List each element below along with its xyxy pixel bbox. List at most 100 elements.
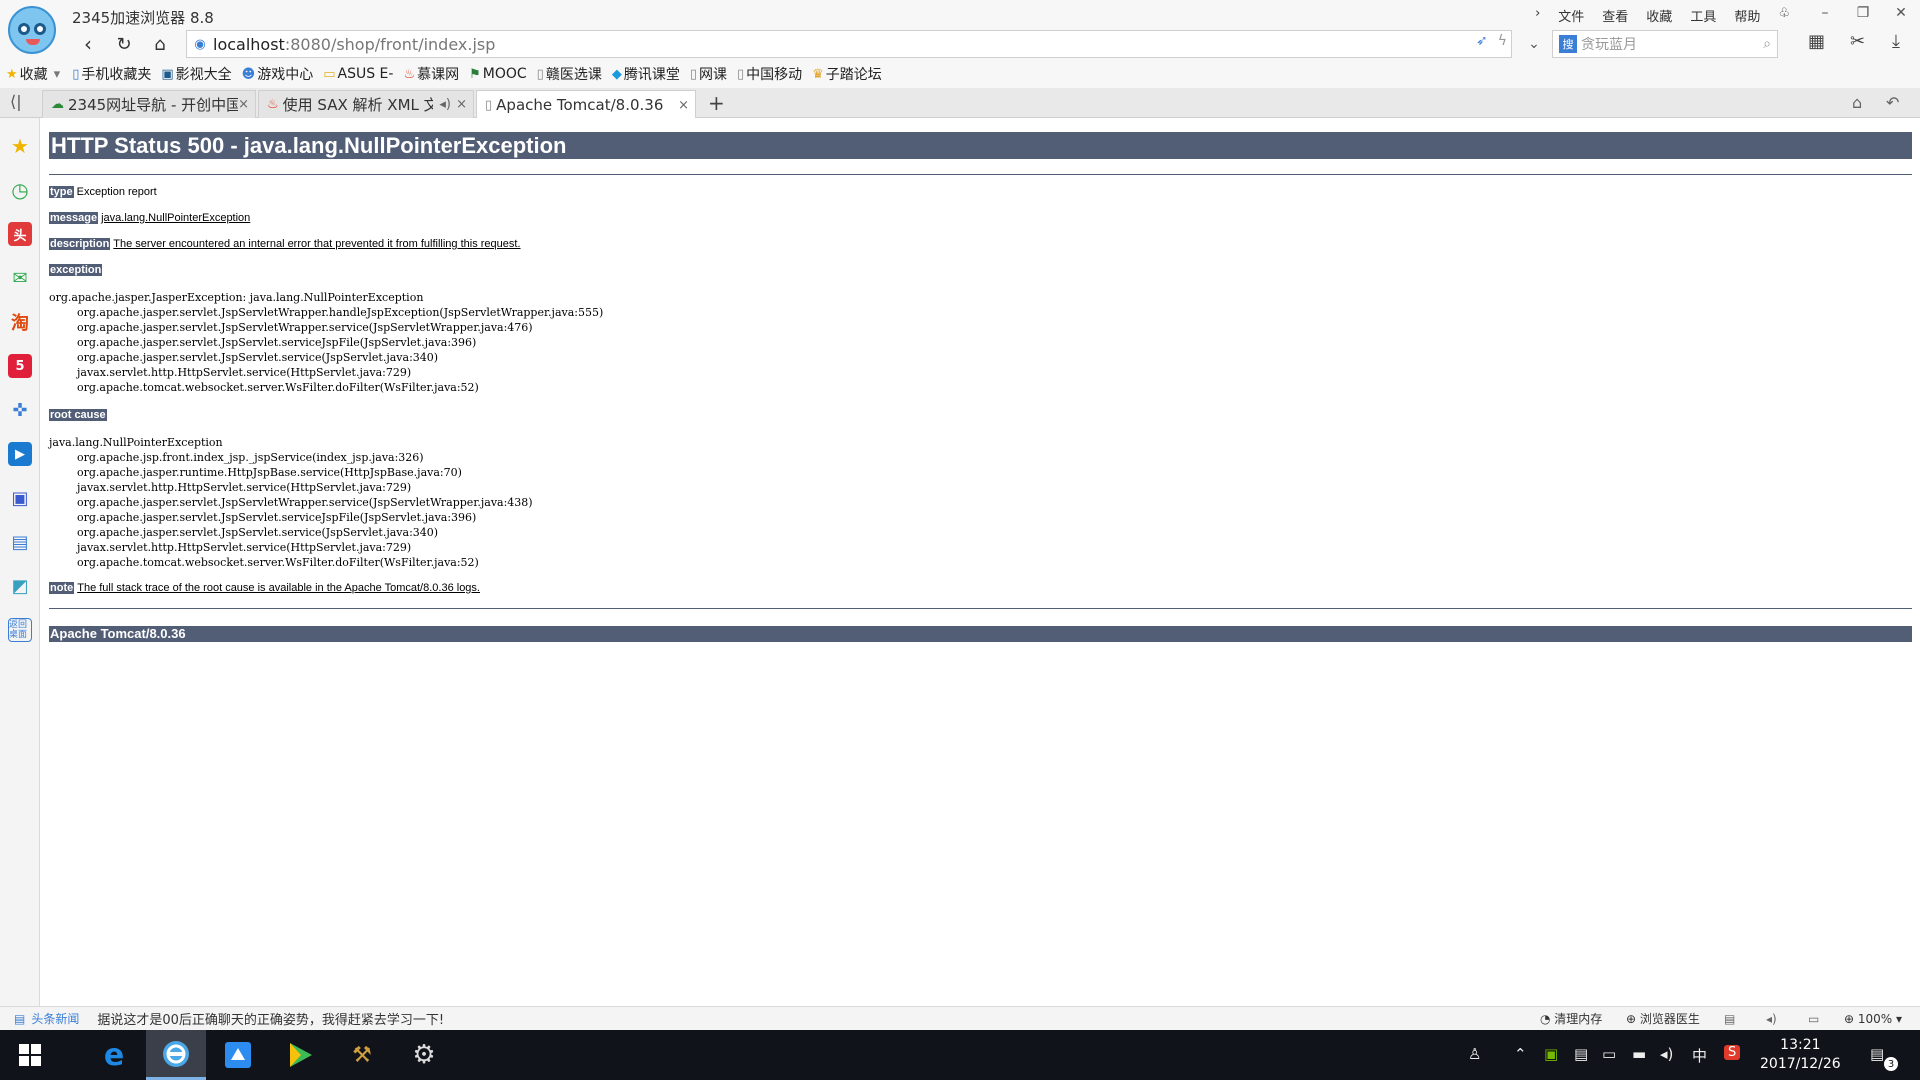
volume-icon[interactable]: ◂) [1660,1045,1673,1063]
note-label: note [49,582,75,594]
type-value: Exception report [76,186,157,198]
screen-icon[interactable]: ▭ [1808,1012,1819,1026]
browser-doctor-button[interactable]: ⊕ 浏览器医生 [1626,1010,1700,1027]
close-window-button[interactable]: ✕ [1882,0,1920,26]
site-security-icon[interactable]: ◉ [187,37,213,52]
audio-icon[interactable]: ◂) [439,97,451,112]
menu-chevron-icon[interactable]: › [1535,6,1540,25]
home-icon[interactable]: ⌂ [146,31,174,57]
wechat-icon[interactable]: ✉ [8,266,32,290]
menu-view[interactable]: 查看 [1602,6,1628,25]
skin-icon[interactable]: ♧ [1778,6,1790,25]
lightning-mode-icon[interactable]: ϟ [1498,33,1507,49]
divider [49,608,1912,609]
nvidia-icon[interactable]: ▣ [1544,1045,1558,1063]
sogou-input-icon[interactable]: S [1724,1045,1741,1060]
search-box[interactable]: 搜 贪玩蓝月 ⌕ [1552,30,1778,58]
reload-icon[interactable]: ↻ [110,31,138,57]
sidebar-toggle-icon[interactable]: ⟨| [10,92,22,111]
media-player-icon[interactable] [270,1030,330,1080]
window-menu: › 文件 查看 收藏 工具 帮助 ♧ [1535,6,1790,25]
tab-sax-xml[interactable]: ♨ 使用 SAX 解析 XML 文 ◂) × [258,90,474,118]
menu-file[interactable]: 文件 [1558,6,1584,25]
apps-grid-icon[interactable]: ▦ [1808,31,1825,52]
minimize-button[interactable]: – [1806,0,1844,26]
tab-2345-nav[interactable]: ☁ 2345网址导航 - 开创中国 × [42,90,256,118]
storage-icon[interactable]: ▤ [1574,1045,1588,1063]
history-clock-icon[interactable]: ◷ [8,178,32,202]
favorites-star-icon[interactable]: ★ [8,134,32,158]
news-ticker[interactable]: 据说这才是00后正确聊天的正确姿势，我得赶紧去学习一下! [97,1009,444,1028]
close-tab-icon[interactable]: × [238,97,249,112]
bookmark-imooc[interactable]: ♨ 慕课网 [403,64,459,84]
people-icon[interactable]: ♙ [1468,1045,1481,1063]
news-icon: ▤ [14,1011,26,1026]
system-clock[interactable]: 13:21 2017/12/26 [1760,1036,1841,1074]
windows-start-icon[interactable] [0,1030,60,1080]
browser-logo-icon[interactable] [8,6,56,54]
root-cause-label: root cause [49,409,107,421]
bookmark-tencent-class[interactable]: ◆ 腾讯课堂 [612,64,680,84]
action-center-icon[interactable]: ▤ [1870,1045,1884,1063]
bookmark-china-mobile[interactable]: ▯ 中国移动 [737,64,802,84]
download-icon[interactable]: ⤓ [1892,31,1900,52]
speedup-rocket-icon[interactable]: ➶ [1476,33,1488,49]
close-tab-icon[interactable]: × [456,97,467,112]
computer-icon[interactable]: ▣ [8,486,32,510]
desktop-return-icon[interactable]: 返回桌面 [8,618,32,642]
navigation-bar: ‹ ↻ ⌂ ◉ localhost:8080/shop/front/index.… [0,28,1920,60]
2345-browser-taskbar-icon[interactable] [146,1030,206,1080]
bookmark-asus[interactable]: ▭ ASUS E- [323,66,393,82]
description-value: The server encountered an internal error… [113,238,521,250]
clean-memory-button[interactable]: ◔ 清理内存 [1540,1010,1602,1027]
task-app-icon[interactable] [208,1030,268,1080]
ime-indicator[interactable]: 中 [1692,1045,1707,1066]
game-controller-icon[interactable]: ✜ [8,398,32,422]
taobao-icon[interactable]: 淘 [8,310,32,334]
server-footer: Apache Tomcat/8.0.36 [49,626,1912,642]
screenshot-scissors-icon[interactable]: ✂ [1850,31,1865,52]
bookmark-games[interactable]: ☻ 游戏中心 [242,64,314,84]
tray-expand-icon[interactable]: ⌃ [1514,1045,1527,1063]
notebook-icon[interactable]: ◩ [8,574,32,598]
video-film-icon[interactable]: ▶ [8,442,32,466]
new-tab-button[interactable]: + [708,91,725,115]
back-icon[interactable]: ‹ [74,31,102,57]
bookmark-favorites[interactable]: ★ 收藏 ▾ [6,64,62,84]
bookmark-mooc[interactable]: ⚑ MOOC [469,66,527,82]
zoom-control[interactable]: ⊕ 100% ▾ [1844,1012,1902,1026]
edge-browser-icon[interactable]: e [84,1030,144,1080]
menu-help[interactable]: 帮助 [1734,6,1760,25]
bookmark-video[interactable]: ▣ 影视大全 [161,64,231,84]
undo-close-icon[interactable]: ↶ [1886,93,1899,112]
rss-icon[interactable]: ▤ [1724,1012,1735,1026]
bookmark-forum[interactable]: ♛ 子踏论坛 [812,64,882,84]
search-engine-icon[interactable]: 搜 [1559,35,1577,53]
bookmark-online-course[interactable]: ▯ 网课 [690,64,727,84]
mute-icon[interactable]: ◂) [1766,1012,1777,1026]
tab-tomcat[interactable]: ▯ Apache Tomcat/8.0.36 × [476,90,696,119]
restore-button[interactable]: ❐ [1844,0,1882,26]
address-dropdown-icon[interactable]: ⌄ [1520,31,1548,57]
news-label[interactable]: 头条新闻 [31,1010,79,1027]
toutiao-news-icon[interactable]: 头 [8,222,32,246]
address-bar[interactable]: ◉ localhost:8080/shop/front/index.jsp ➶ … [186,30,1512,58]
type-label: type [49,186,74,198]
close-tab-icon[interactable]: × [678,98,689,113]
tools-icon[interactable]: ⚒ [332,1030,392,1080]
bookmark-course-select[interactable]: ▯ 赣医选课 [537,64,602,84]
shopping-icon[interactable]: 5 [8,354,32,378]
tab-favicon-icon: ☁ [51,97,64,112]
menu-tools[interactable]: 工具 [1690,6,1716,25]
search-icon[interactable]: ⌕ [1763,36,1771,52]
bookmark-mobile[interactable]: ▯ 手机收藏夹 [72,64,151,84]
battery-icon[interactable]: ▬ [1632,1045,1646,1063]
network-icon[interactable]: ▭ [1602,1045,1616,1063]
calculator-icon[interactable]: ▤ [8,530,32,554]
settings-gear-icon[interactable]: ⚙ [394,1030,454,1080]
exception-stack-trace: org.apache.jasper.JasperException: java.… [49,291,604,394]
menu-favorites[interactable]: 收藏 [1646,6,1672,25]
flame-icon: ♨ [403,66,416,82]
address-url[interactable]: localhost:8080/shop/front/index.jsp [213,35,495,54]
tab-restore-icon[interactable]: ⌂ [1852,93,1862,112]
